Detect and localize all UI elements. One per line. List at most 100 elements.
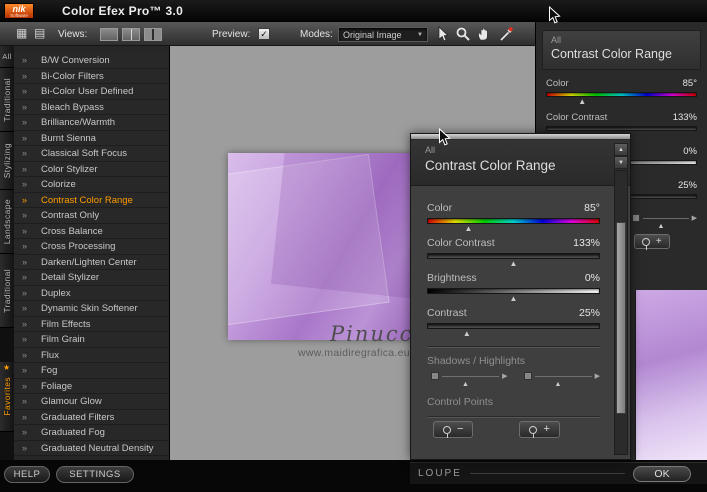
filter-item-label: Cross Processing [41, 241, 116, 252]
highlights-slider[interactable]: ▶ [523, 372, 600, 380]
filter-item[interactable]: » Graduated Neutral Density [14, 440, 169, 456]
filter-item[interactable]: » Graduated Filters [14, 409, 169, 425]
shadows-slider-handle[interactable] [431, 372, 439, 380]
filter-bullet-icon: » [22, 318, 28, 329]
filter-item[interactable]: » Detail Stylizer [14, 270, 169, 286]
filter-item-label: Film Effects [41, 318, 91, 330]
filter-item[interactable]: » Glamour Glow [14, 394, 169, 410]
scroll-up-icon[interactable]: ▲ [614, 143, 628, 156]
filter-bullet-icon: » [22, 365, 28, 375]
filter-item[interactable]: » Bleach Bypass [14, 99, 169, 115]
control-point-icon [641, 237, 650, 250]
slider-marker-icon[interactable]: ▲ [658, 222, 665, 231]
filter-item[interactable]: » Color Stylizer [14, 161, 169, 177]
slider-label: Color Contrast [546, 112, 608, 123]
filter-item[interactable]: » Cross Balance [14, 223, 169, 239]
filter-item[interactable]: » Duplex [14, 285, 169, 301]
slider-marker-icon[interactable]: ▲ [578, 97, 586, 106]
zoom-tool-icon[interactable] [455, 26, 471, 42]
view-split-icon[interactable] [122, 28, 140, 41]
scrollbar-track[interactable] [614, 170, 628, 455]
filter-item[interactable]: » Bi-Color User Defined [14, 84, 169, 100]
loupe-preview-thumbnail[interactable] [635, 290, 707, 460]
loupe-label[interactable]: LOUPE [418, 468, 462, 479]
arrow-right-icon[interactable]: ▶ [595, 372, 600, 380]
filter-item[interactable]: » Brilliance/Warmth [14, 115, 169, 131]
right-panel-header: All Contrast Color Range [542, 30, 701, 70]
eyedropper-tool-icon[interactable] [498, 26, 514, 42]
modes-dropdown[interactable]: Original Image ▼ [338, 27, 428, 42]
filter-item[interactable]: » Film Grain [14, 332, 169, 348]
highlights-slider[interactable]: ▶ [631, 214, 697, 222]
thumbnail-list-icon[interactable]: ▤ [34, 26, 45, 40]
control-points-label: Control Points [427, 396, 493, 408]
side-tab-favorites[interactable]: Favorites ★ [0, 362, 14, 432]
filter-item[interactable]: » Graduated Fog [14, 425, 169, 441]
filter-item[interactable]: » Dynamic Skin Softener [14, 301, 169, 317]
watermark-url: www.maidiregrafica.eu [298, 347, 410, 359]
filter-bullet-icon: » [22, 148, 28, 158]
chevron-down-icon: ▼ [417, 31, 423, 38]
view-single-icon[interactable] [100, 28, 118, 41]
filter-item[interactable]: » Flux [14, 347, 169, 363]
slider-marker-icon[interactable]: ▲ [510, 259, 518, 268]
slider-label: Color [427, 202, 453, 214]
mouse-cursor-icon [549, 6, 561, 24]
tab-strip: All Traditional Stylizing Landscape Traditio… [0, 46, 14, 460]
filter-item[interactable]: » Classical Soft Focus [14, 146, 169, 162]
control-point-minus-button[interactable]: − [433, 421, 474, 438]
panel-category: All [425, 145, 436, 155]
scroll-down-icon[interactable]: ▼ [614, 156, 628, 169]
thumbnail-grid-icon[interactable]: ▦ [16, 26, 27, 40]
side-tab-stylizing[interactable]: Stylizing [0, 132, 14, 190]
slider-marker-icon[interactable]: ▲ [554, 380, 561, 389]
pan-hand-tool-icon[interactable] [476, 26, 492, 42]
panel-scrollbar[interactable]: ▲ ▼ [614, 143, 628, 455]
filter-bullet-icon: » [22, 241, 28, 251]
control-point-icon [443, 425, 451, 438]
ok-button[interactable]: OK [633, 465, 691, 482]
slider-value: 133% [672, 112, 697, 123]
slider-value: 0% [584, 272, 600, 284]
help-button[interactable]: HELP [4, 466, 50, 483]
filter-item[interactable]: » Film Effects [14, 316, 169, 332]
arrow-right-icon[interactable]: ▶ [692, 214, 697, 222]
filter-item[interactable]: » Foliage [14, 378, 169, 394]
filter-item[interactable]: » Burnt Sienna [14, 130, 169, 146]
filter-item[interactable]: » Bi-Color Filters [14, 68, 169, 84]
control-point-plus-button[interactable]: + [519, 421, 560, 438]
filter-item[interactable]: » Darken/Lighten Center [14, 254, 169, 270]
side-tab-traditional[interactable]: Traditional [0, 254, 14, 328]
slider-marker-icon[interactable]: ▲ [462, 380, 469, 389]
scrollbar-thumb[interactable] [616, 221, 626, 415]
filter-bullet-icon: » [22, 442, 28, 453]
slider-marker-icon[interactable]: ▲ [465, 224, 473, 233]
filter-item[interactable]: » Cross Processing [14, 239, 169, 255]
side-tab-traditional[interactable]: Traditional [0, 68, 14, 132]
filter-item-label: Graduated Filters [41, 411, 115, 423]
preview-checkbox[interactable]: ✓ [258, 28, 270, 40]
control-point-icon [529, 425, 538, 438]
slider-marker-icon[interactable]: ▲ [463, 329, 471, 338]
filter-item[interactable]: » Colorize [14, 177, 169, 193]
settings-button[interactable]: SETTINGS [56, 466, 134, 483]
filter-bullet-icon: » [22, 411, 28, 422]
shadows-slider[interactable]: ▶ [431, 372, 508, 380]
side-tab-all[interactable]: All [0, 46, 14, 68]
preview-image[interactable] [228, 153, 435, 340]
filter-bullet-icon: » [22, 163, 28, 174]
highlights-slider-handle[interactable] [523, 372, 532, 380]
slider-value: 85° [682, 78, 697, 89]
side-tab-landscape[interactable]: Landscape [0, 190, 14, 254]
filter-item[interactable]: » B/W Conversion [14, 53, 169, 69]
view-side-by-side-icon[interactable] [144, 28, 162, 41]
highlights-slider-handle[interactable] [631, 214, 640, 222]
main-toolbar: ▦ ▤ Views: Preview: ✓ Modes: Original Im… [0, 22, 535, 46]
select-tool-icon[interactable] [435, 26, 451, 42]
filter-item[interactable]: » Contrast Color Range [14, 192, 169, 208]
filter-item[interactable]: » Fog [14, 363, 169, 379]
control-point-plus-button[interactable]: + [633, 234, 670, 250]
filter-item[interactable]: » Contrast Only [14, 208, 169, 224]
arrow-right-icon[interactable]: ▶ [502, 372, 507, 380]
slider-marker-icon[interactable]: ▲ [510, 294, 518, 303]
